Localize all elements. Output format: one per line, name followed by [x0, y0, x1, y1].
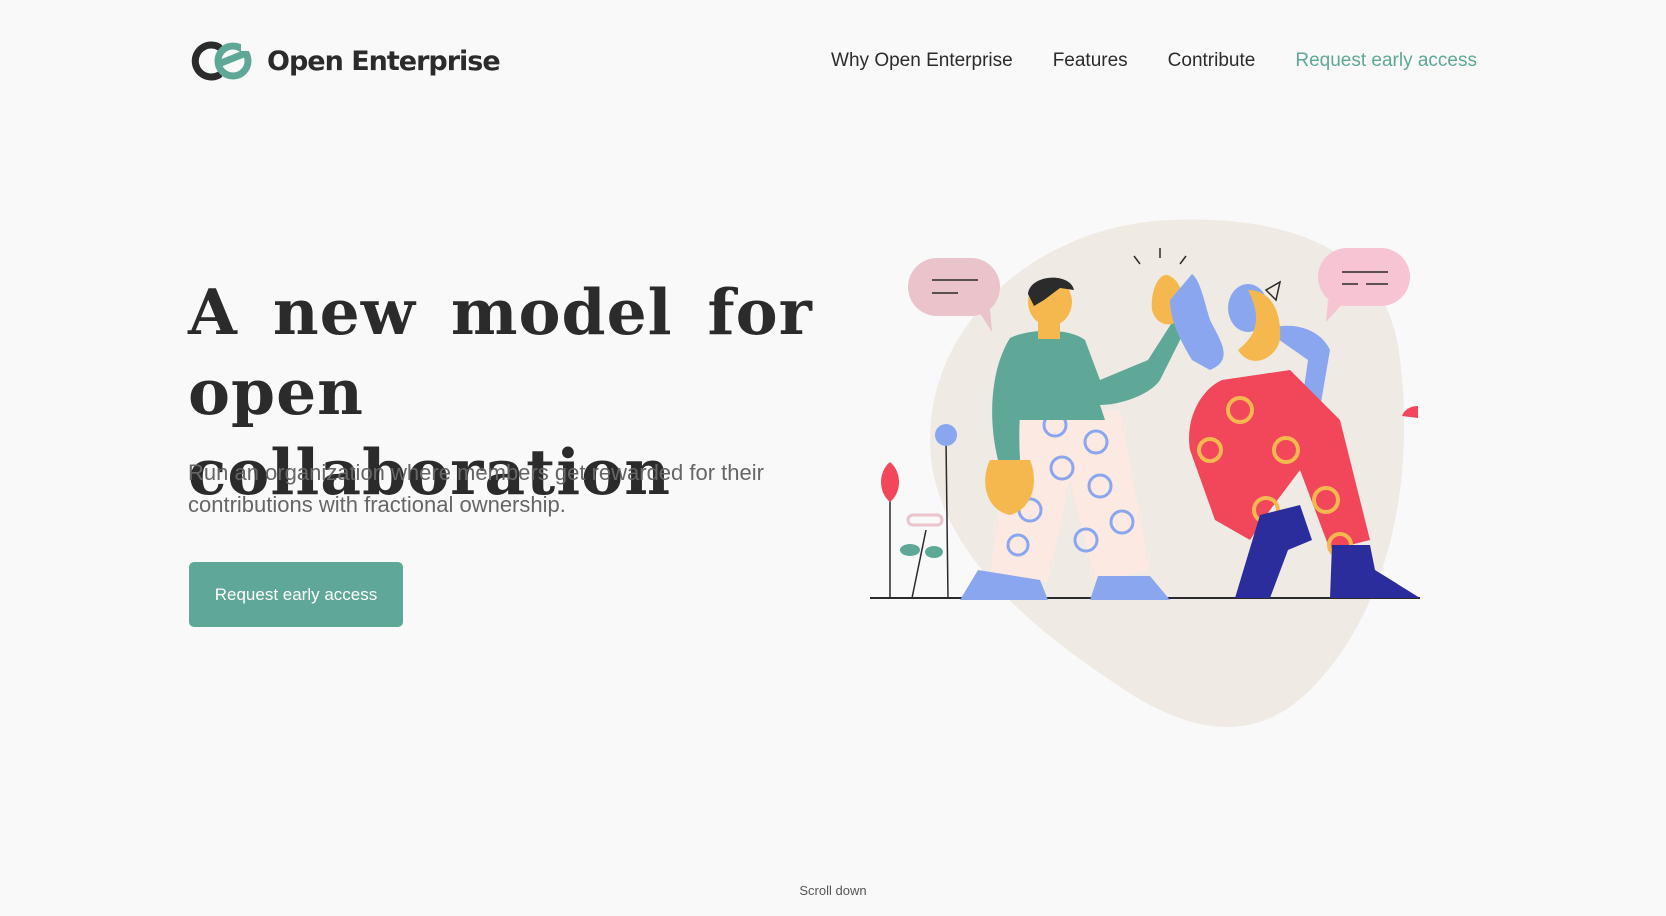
hero-subtitle: Run an organization where members get re…	[188, 460, 764, 517]
high-five-illustration-icon	[870, 219, 1420, 728]
main-nav: Why Open Enterprise Features Contribute …	[831, 50, 1477, 72]
landing-page: Open Enterprise Why Open Enterprise Feat…	[0, 0, 1666, 916]
scroll-down-link[interactable]: Scroll down	[0, 883, 1666, 898]
nav-link-why-open-enterprise[interactable]: Why Open Enterprise	[831, 50, 1013, 72]
nav-link-request-early-access[interactable]: Request early access	[1295, 50, 1477, 72]
request-early-access-button[interactable]: Request early access	[189, 562, 403, 627]
open-enterprise-logo-icon	[191, 41, 253, 81]
nav-link-contribute[interactable]: Contribute	[1168, 50, 1256, 72]
nav-link-features[interactable]: Features	[1053, 50, 1128, 72]
hero-illustration	[870, 210, 1490, 770]
hero-title-line-1: A new model for	[188, 275, 813, 349]
brand-name: Open Enterprise	[267, 45, 501, 77]
site-header: Open Enterprise Why Open Enterprise Feat…	[189, 34, 1477, 88]
brand-logo-link[interactable]: Open Enterprise	[189, 39, 501, 83]
